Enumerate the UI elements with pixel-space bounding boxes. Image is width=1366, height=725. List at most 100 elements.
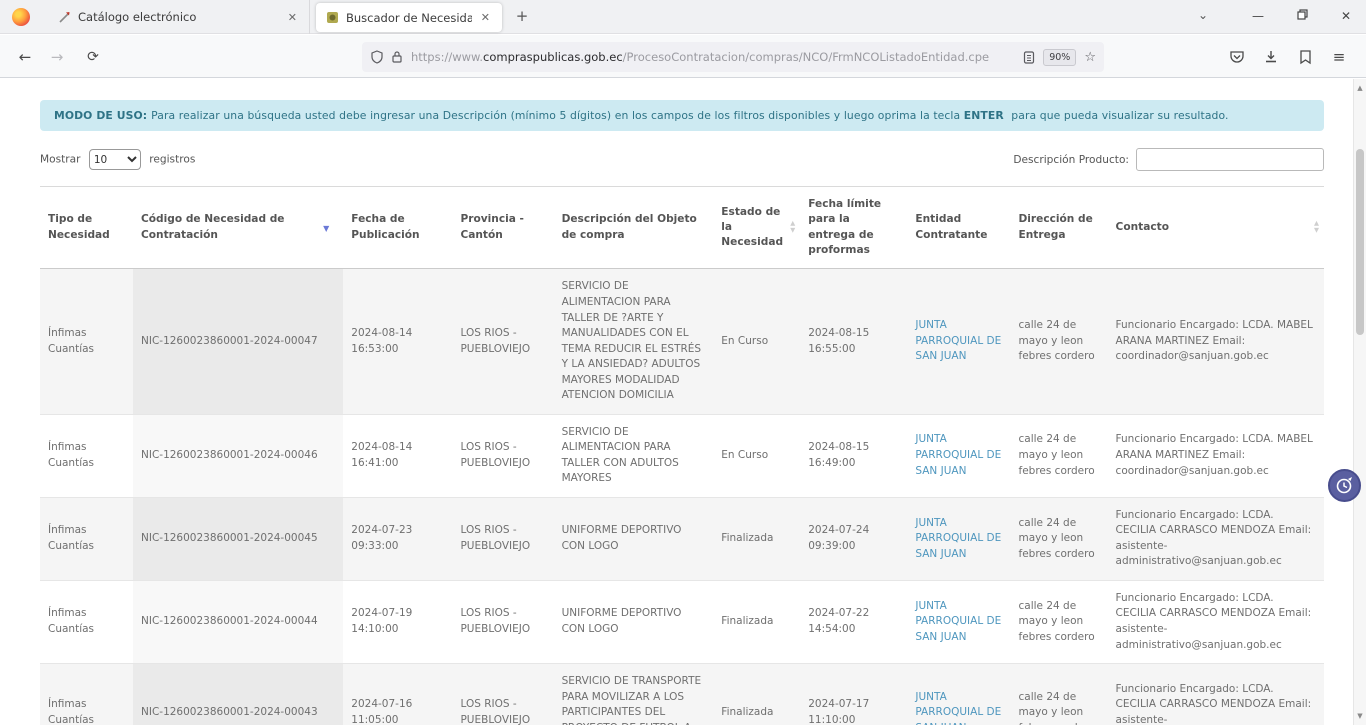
cell-codigo: NIC-1260023860001-2024-00047: [133, 269, 343, 414]
cell-estado: En Curso: [713, 414, 800, 497]
window-restore-button[interactable]: [1282, 0, 1322, 32]
cell-fecha-limite: 2024-07-17 11:10:00: [800, 664, 907, 725]
cell-estado: Finalizada: [713, 664, 800, 725]
firefox-logo-icon[interactable]: [12, 8, 30, 26]
cell-fecha-publicacion: 2024-07-16 11:05:00: [343, 664, 452, 725]
col-estado-necesidad[interactable]: Estado de la Necesidad▲▼: [713, 187, 800, 269]
cell-descripcion: SERVICIO DE TRANSPORTE PARA MOVILIZAR A …: [554, 664, 714, 725]
reader-view-icon[interactable]: [1023, 51, 1035, 64]
table-row: Ínfimas Cuantías NIC-1260023860001-2024-…: [40, 497, 1324, 580]
cell-tipo: Ínfimas Cuantías: [40, 580, 133, 663]
cell-fecha-publicacion: 2024-08-14 16:41:00: [343, 414, 452, 497]
lock-icon[interactable]: [391, 50, 403, 64]
col-fecha-publicacion[interactable]: Fecha de Publicación: [343, 187, 452, 269]
list-tabs-chevron-icon[interactable]: ⌄: [1198, 8, 1208, 22]
window-close-button[interactable]: ✕: [1326, 0, 1366, 32]
cell-entidad: JUNTA PARROQUIAL DE SAN JUAN: [907, 414, 1010, 497]
url-text: https://www.compraspublicas.gob.ec/Proce…: [411, 50, 1023, 64]
col-contacto[interactable]: Contacto▲▼: [1108, 187, 1324, 269]
window-minimize-button[interactable]: —: [1238, 0, 1278, 32]
entidad-link[interactable]: JUNTA PARROQUIAL DE SAN JUAN: [915, 600, 1001, 643]
sort-both-icon: ▲▼: [1314, 220, 1319, 234]
downloads-icon[interactable]: [1258, 44, 1284, 70]
cell-contacto: Funcionario Encargado: LCDA. CECILIA CAR…: [1108, 497, 1324, 580]
cell-fecha-publicacion: 2024-07-19 14:10:00: [343, 580, 452, 663]
table-row: Ínfimas Cuantías NIC-1260023860001-2024-…: [40, 269, 1324, 414]
usage-banner-label: MODO DE USO:: [54, 109, 147, 122]
cell-estado: Finalizada: [713, 497, 800, 580]
zoom-level-badge[interactable]: 90%: [1043, 49, 1076, 66]
cell-tipo: Ínfimas Cuantías: [40, 664, 133, 725]
cell-fecha-limite: 2024-08-15 16:49:00: [800, 414, 907, 497]
table-row: Ínfimas Cuantías NIC-1260023860001-2024-…: [40, 664, 1324, 725]
col-fecha-limite[interactable]: Fecha límite para la entrega de proforma…: [800, 187, 907, 269]
app-menu-icon[interactable]: ≡: [1326, 44, 1352, 70]
cell-fecha-limite: 2024-08-15 16:55:00: [800, 269, 907, 414]
col-direccion-entrega[interactable]: Dirección de Entrega: [1011, 187, 1108, 269]
cell-entidad: JUNTA PARROQUIAL DE SAN JUAN: [907, 664, 1010, 725]
scroll-up-arrow-icon[interactable]: ▲: [1354, 81, 1366, 95]
browser-tab-bar: Catálogo electrónico ✕ Buscador de Neces…: [0, 0, 1366, 34]
cell-descripcion: SERVICIO DE ALIMENTACION PARA TALLER DE …: [554, 269, 714, 414]
col-codigo-necesidad[interactable]: Código de Necesidad de Contratación▼: [133, 187, 343, 269]
table-header-row: Tipo de Necesidad Código de Necesidad de…: [40, 187, 1324, 269]
entidad-link[interactable]: JUNTA PARROQUIAL DE SAN JUAN: [915, 517, 1001, 560]
bookmark-star-icon[interactable]: ☆: [1084, 50, 1096, 65]
cell-direccion: calle 24 de mayo y leon febres cordero: [1011, 580, 1108, 663]
entidad-link[interactable]: JUNTA PARROQUIAL DE SAN JUAN: [915, 433, 1001, 476]
tracking-shield-icon[interactable]: [370, 50, 384, 64]
col-descripcion-objeto[interactable]: Descripción del Objeto de compra: [554, 187, 714, 269]
catalogo-favicon-icon: [58, 11, 71, 24]
pocket-icon[interactable]: [1224, 44, 1250, 70]
tab-close-icon[interactable]: ✕: [286, 11, 299, 24]
show-entries-label-before: Mostrar: [40, 154, 81, 166]
product-description-input[interactable]: [1136, 148, 1324, 171]
cell-codigo: NIC-1260023860001-2024-00044: [133, 580, 343, 663]
cell-tipo: Ínfimas Cuantías: [40, 414, 133, 497]
restore-icon: [1297, 9, 1308, 20]
floating-clock-widget[interactable]: [1328, 469, 1361, 502]
cell-contacto: Funcionario Encargado: LCDA. MABEL ARANA…: [1108, 414, 1324, 497]
browser-toolbar: ← → ⟳ https://www.compraspublicas.gob.ec…: [0, 35, 1366, 78]
entidad-link[interactable]: JUNTA PARROQUIAL DE SAN JUAN: [915, 319, 1001, 362]
entidad-link[interactable]: JUNTA PARROQUIAL DE SAN JUAN: [915, 691, 1001, 725]
reload-button[interactable]: ⟳: [80, 44, 106, 70]
forward-button[interactable]: →: [44, 44, 70, 70]
col-provincia-canton[interactable]: Provincia - Cantón: [452, 187, 553, 269]
show-entries-control: Mostrar 10 registros: [40, 149, 195, 170]
scrollbar-thumb[interactable]: [1356, 149, 1364, 335]
sort-descending-icon: ▼: [323, 223, 329, 235]
cell-fecha-publicacion: 2024-07-23 09:33:00: [343, 497, 452, 580]
new-tab-button[interactable]: +: [512, 7, 532, 27]
sort-both-icon: ▲▼: [790, 220, 795, 234]
cell-descripcion: UNIFORME DEPORTIVO CON LOGO: [554, 580, 714, 663]
clock-icon: [1335, 476, 1354, 495]
back-button[interactable]: ←: [12, 44, 38, 70]
page-content: MODO DE USO:Para realizar una búsqueda u…: [0, 79, 1366, 725]
cell-provincia: LOS RIOS - PUEBLOVIEJO: [452, 414, 553, 497]
tab-title: Catálogo electrónico: [78, 10, 279, 24]
scroll-down-arrow-icon[interactable]: ▼: [1354, 709, 1366, 723]
buscador-favicon-icon: [326, 11, 339, 24]
col-tipo-necesidad[interactable]: Tipo de Necesidad: [40, 187, 133, 269]
extensions-icon[interactable]: [1292, 44, 1318, 70]
show-entries-label-after: registros: [149, 154, 195, 166]
cell-descripcion: UNIFORME DEPORTIVO CON LOGO: [554, 497, 714, 580]
tab-catalogo-electronico[interactable]: Catálogo electrónico ✕: [48, 0, 310, 34]
cell-entidad: JUNTA PARROQUIAL DE SAN JUAN: [907, 497, 1010, 580]
product-description-filter: Descripción Producto:: [1013, 148, 1324, 171]
cell-fecha-limite: 2024-07-22 14:54:00: [800, 580, 907, 663]
cell-tipo: Ínfimas Cuantías: [40, 269, 133, 414]
col-entidad-contratante[interactable]: Entidad Contratante: [907, 187, 1010, 269]
url-bar[interactable]: https://www.compraspublicas.gob.ec/Proce…: [362, 42, 1104, 72]
usage-banner: MODO DE USO:Para realizar una búsqueda u…: [40, 100, 1324, 131]
page-scrollbar[interactable]: ▲ ▼: [1353, 79, 1366, 725]
cell-fecha-limite: 2024-07-24 09:39:00: [800, 497, 907, 580]
cell-provincia: LOS RIOS - PUEBLOVIEJO: [452, 664, 553, 725]
cell-entidad: JUNTA PARROQUIAL DE SAN JUAN: [907, 580, 1010, 663]
cell-estado: Finalizada: [713, 580, 800, 663]
cell-fecha-publicacion: 2024-08-14 16:53:00: [343, 269, 452, 414]
tab-close-icon[interactable]: ✕: [479, 11, 492, 24]
entries-per-page-select[interactable]: 10: [89, 149, 141, 170]
tab-buscador-necesidades[interactable]: Buscador de Necesidades de Co ✕: [316, 3, 502, 32]
